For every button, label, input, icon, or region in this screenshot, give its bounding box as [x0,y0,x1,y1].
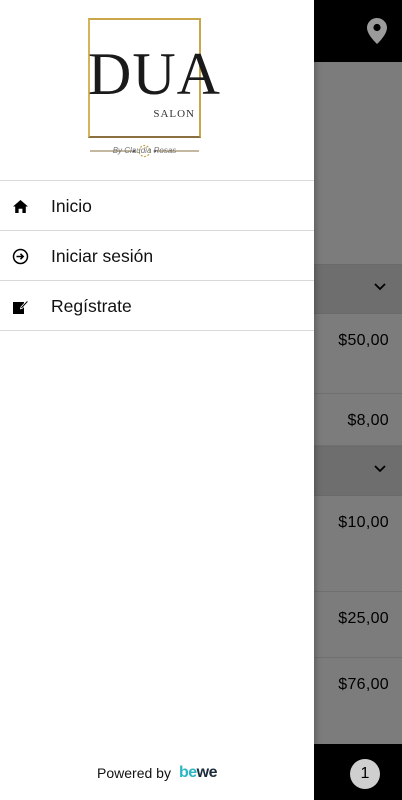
navigation-drawer: DUA SALON By Claudia Rosas Inicio Inicia… [0,0,314,800]
location-pin-icon[interactable] [367,18,387,44]
chevron-down-icon [374,283,386,291]
powered-by-text: Powered by [97,765,171,781]
service-price: $10,00 [338,514,389,531]
logo-text: DUA [88,41,221,107]
service-price: $25,00 [338,610,389,627]
service-price: $76,00 [338,676,389,693]
menu-label-iniciar-sesion: Iniciar sesión [51,246,154,266]
cart-count-badge[interactable]: 1 [350,759,380,789]
logo-byline: By Claudia Rosas [112,146,177,155]
menu-label-registrate: Regístrate [51,296,132,316]
service-price: $50,00 [338,332,389,349]
bewe-logo-part-b: we [196,764,218,781]
bewe-logo-part-a: be [178,764,197,781]
powered-by-footer: Powered by bewe [0,764,314,782]
login-icon [12,248,29,265]
logo-subtext: SALON [153,108,195,120]
menu-label-inicio: Inicio [51,196,92,216]
drawer-menu: Inicio Iniciar sesión Regístrate [0,180,314,331]
salon-logo: DUA SALON [88,18,221,158]
home-icon [13,200,28,213]
edit-icon [13,299,29,314]
bewe-logo[interactable]: bewe [178,764,218,782]
service-price: $8,00 [347,412,389,429]
menu-item-inicio[interactable]: Inicio [0,181,314,231]
menu-item-iniciar-sesion[interactable]: Iniciar sesión [0,231,314,281]
chevron-down-icon [374,465,386,473]
menu-item-registrate[interactable]: Regístrate [0,281,314,331]
